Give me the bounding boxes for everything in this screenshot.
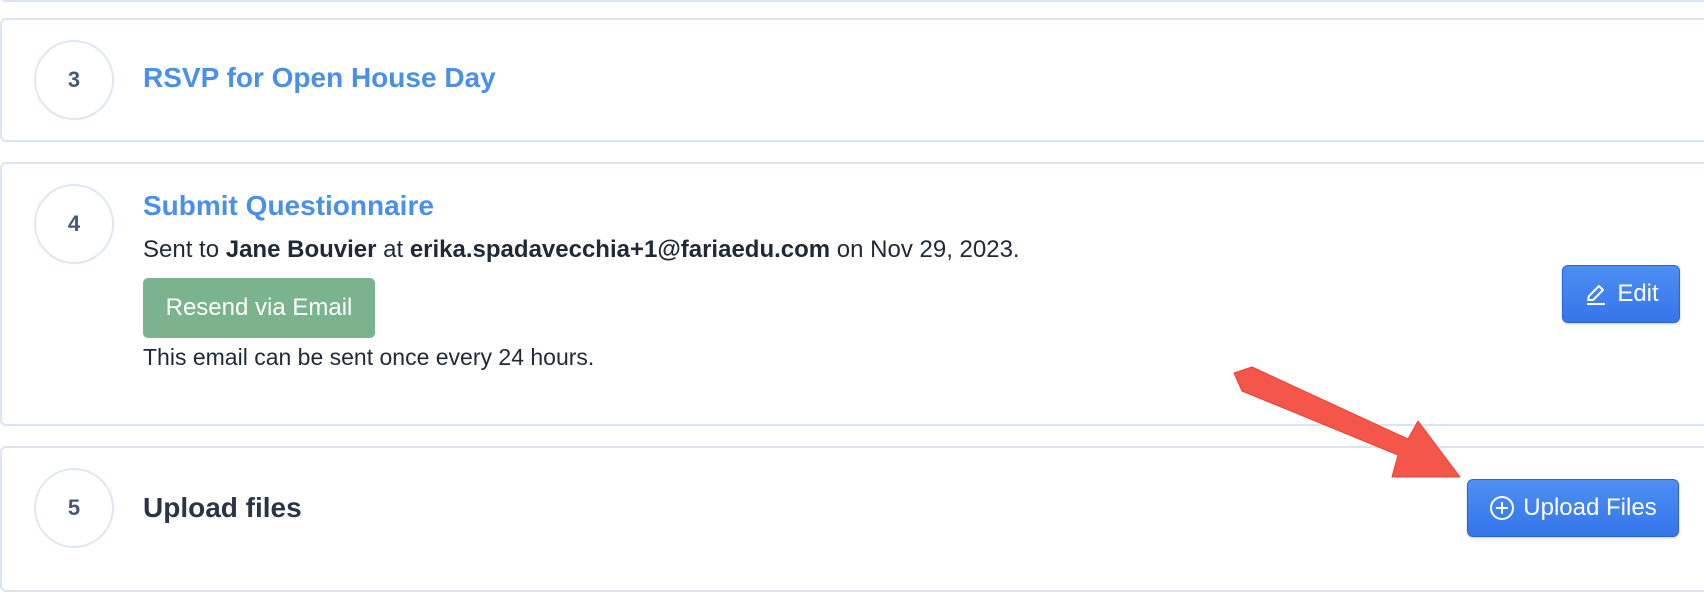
- application-steps-page: 3 RSVP for Open House Day 4 Submit Quest…: [0, 0, 1704, 600]
- step-title-upload-files: Upload files: [143, 492, 302, 523]
- step-title-questionnaire-link[interactable]: Submit Questionnaire: [143, 190, 434, 222]
- sent-at-word: at: [383, 236, 404, 263]
- previous-step-card: [0, 0, 1704, 2]
- sent-info-text: Sent to Jane Bouvier at erika.spadavecch…: [143, 236, 1020, 264]
- step-number-badge: 4: [34, 184, 114, 264]
- sent-date: on Nov 29, 2023.: [836, 236, 1020, 263]
- step-title-rsvp-link[interactable]: RSVP for Open House Day: [143, 62, 496, 94]
- plus-circle-icon: [1489, 495, 1515, 521]
- upload-files-button-label: Upload Files: [1523, 494, 1657, 521]
- step-card-4: 4 Submit Questionnaire Sent to Jane Bouv…: [0, 162, 1704, 426]
- step-number-badge: 3: [34, 40, 114, 120]
- sent-prefix: Sent to: [143, 236, 220, 263]
- step-card-3: 3 RSVP for Open House Day: [0, 18, 1704, 142]
- resend-via-email-button[interactable]: Resend via Email: [143, 278, 375, 338]
- step-card-5: 5 Upload files: [0, 446, 1704, 592]
- edit-button-label: Edit: [1617, 280, 1659, 307]
- upload-files-button[interactable]: Upload Files: [1467, 479, 1679, 537]
- resend-limit-note: This email can be sent once every 24 hou…: [143, 344, 595, 370]
- step-number-badge: 5: [34, 468, 114, 548]
- recipient-email: erika.spadavecchia+1@fariaedu.com: [409, 236, 831, 263]
- recipient-name: Jane Bouvier: [225, 236, 377, 263]
- edit-button[interactable]: Edit: [1562, 265, 1680, 323]
- pencil-icon: [1583, 281, 1609, 307]
